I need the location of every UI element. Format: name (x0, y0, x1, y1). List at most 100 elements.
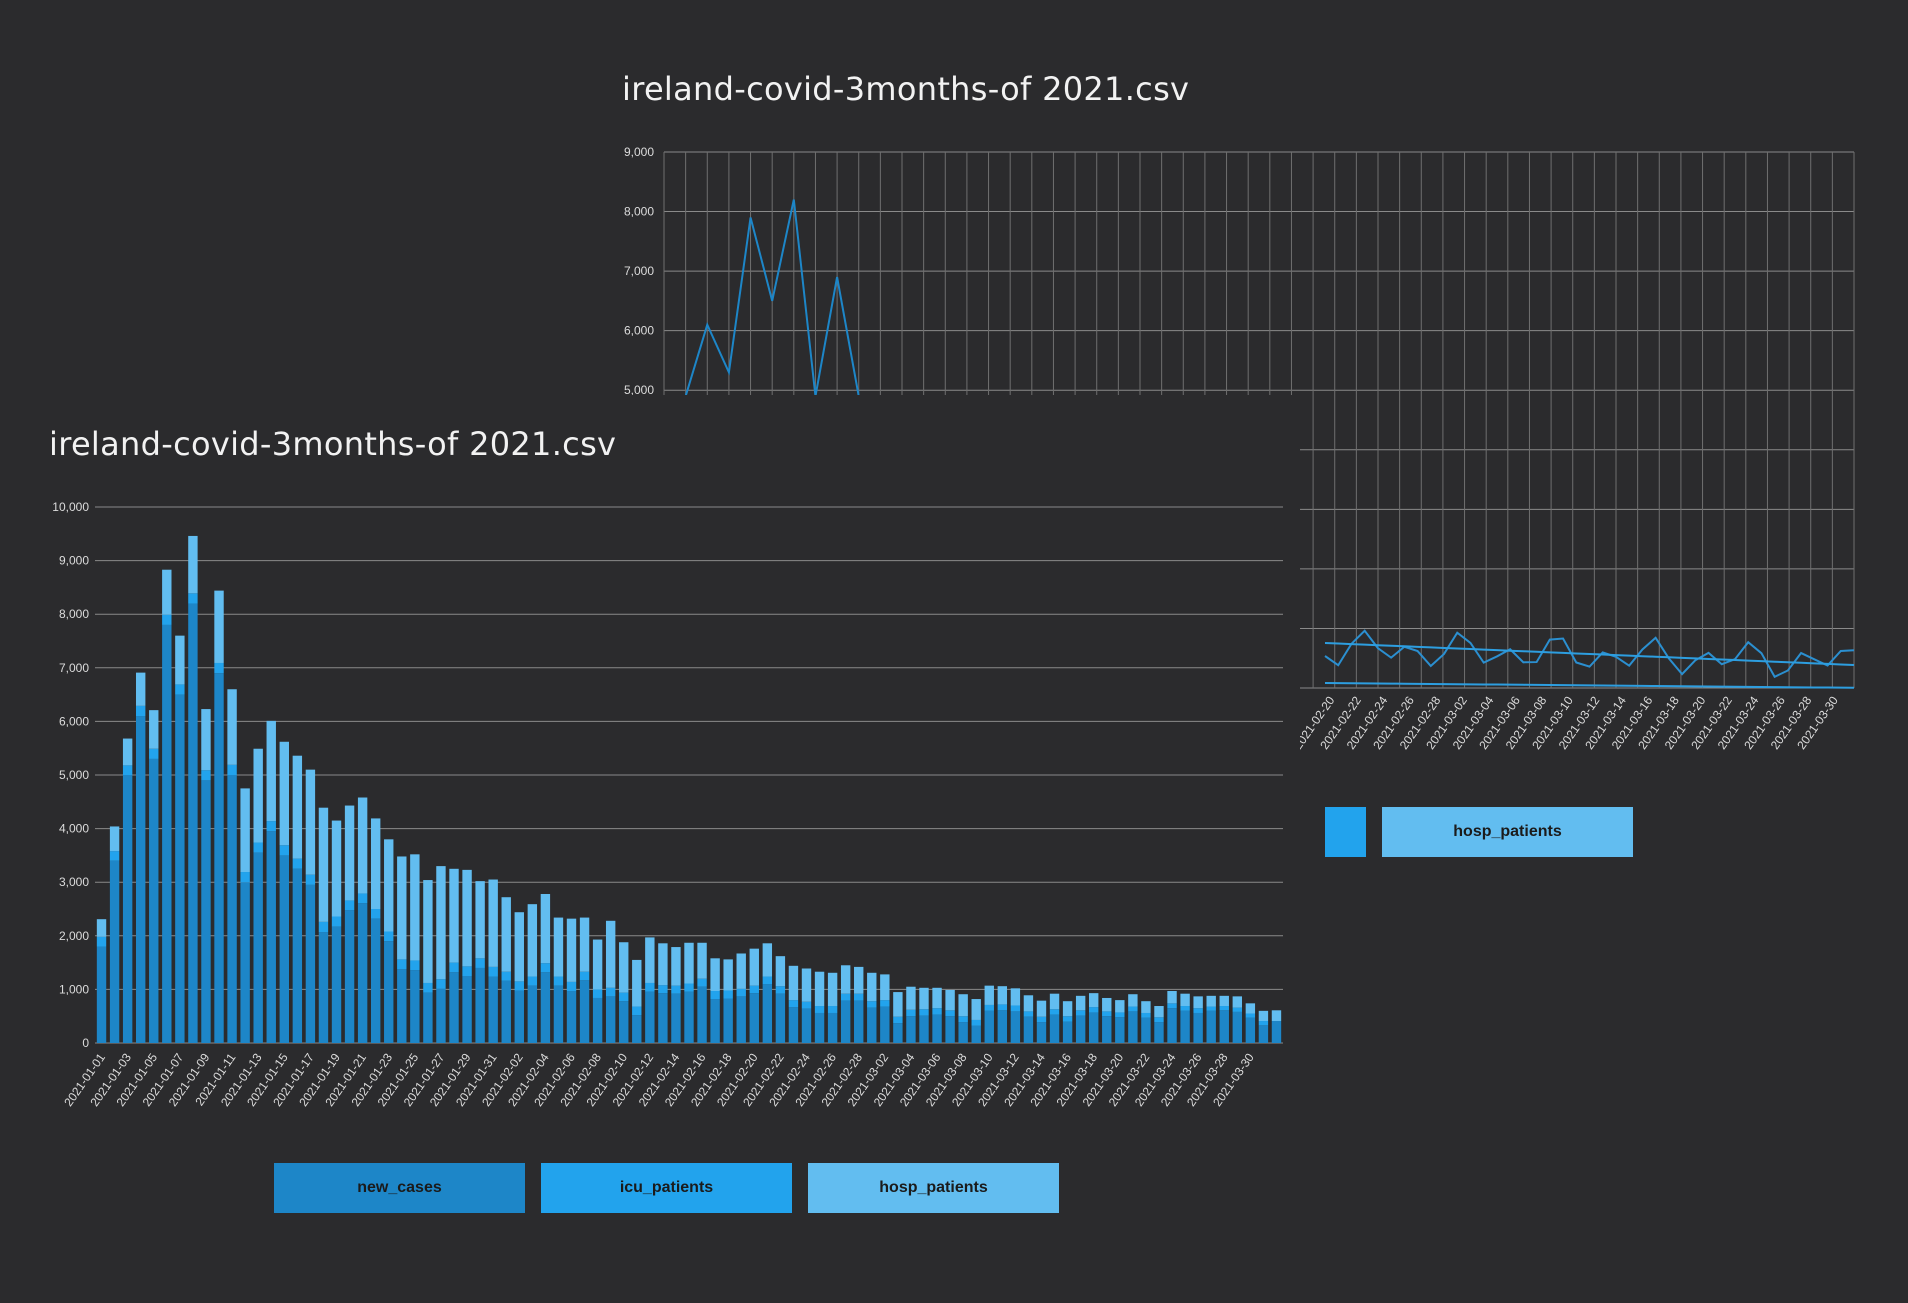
bar-hosp-patients (162, 569, 172, 615)
bar-icu-patients (958, 1016, 968, 1023)
bar-hosp-patients (423, 880, 433, 983)
bar-new-cases (305, 884, 316, 1043)
bar-new-cases (423, 992, 433, 1043)
bar-hosp-patients (292, 755, 303, 859)
bar-new-cases (1036, 1022, 1047, 1043)
bar-icu-patients (149, 748, 159, 759)
bar-icu-patients (971, 1019, 981, 1026)
bar-icu-patients (1219, 1006, 1229, 1011)
bar-new-cases (867, 1007, 877, 1043)
bar-hosp-patients (305, 769, 316, 875)
bar-hosp-patients (370, 818, 381, 909)
bar-hosp-patients (840, 965, 851, 994)
bar-hosp-patients (540, 893, 551, 964)
bar-new-cases (1167, 1008, 1177, 1043)
bar-icu-patients (253, 842, 263, 853)
bar-icu-patients (162, 614, 172, 625)
bar-hosp-patients (1115, 1000, 1125, 1013)
back-line-trend (1324, 642, 1855, 666)
back-y-tick-label: 6,000 (624, 324, 654, 338)
front-y-tick-label: 0 (82, 1036, 89, 1050)
bar-new-cases (1115, 1017, 1125, 1043)
bar-icu-patients (775, 986, 786, 994)
bar-new-cases (279, 855, 289, 1043)
bar-hosp-patients (723, 959, 733, 991)
bar-hosp-patients (253, 748, 263, 843)
bar-new-cases (1141, 1017, 1151, 1043)
bar-icu-patients (1115, 1012, 1125, 1018)
bar-icu-patients (436, 979, 446, 989)
bar-new-cases (357, 903, 368, 1043)
bar-new-cases (96, 946, 107, 1043)
bar-hosp-patients (96, 919, 107, 937)
bar-new-cases (527, 985, 538, 1043)
bar-new-cases (592, 997, 603, 1043)
legend-item-hosp-patients-back[interactable]: hosp_patients (1382, 807, 1633, 857)
bar-new-cases (149, 758, 159, 1043)
bar-icu-patients (749, 985, 759, 994)
bar-icu-patients (370, 909, 381, 919)
bar-new-cases (188, 603, 198, 1043)
bar-icu-patients (1102, 1011, 1112, 1017)
bar-hosp-patients (814, 971, 825, 1007)
bar-icu-patients (122, 765, 133, 775)
bar-hosp-patients (801, 968, 812, 1002)
bar-new-cases (958, 1022, 968, 1043)
bar-new-cases (331, 926, 342, 1043)
bar-hosp-patients (749, 948, 759, 986)
bar-new-cases (1258, 1025, 1269, 1043)
bar-icu-patients (1258, 1021, 1269, 1026)
bar-hosp-patients (1232, 996, 1243, 1008)
bar-icu-patients (449, 962, 459, 973)
bar-new-cases (162, 624, 172, 1043)
bar-new-cases (827, 1012, 838, 1043)
bar-new-cases (475, 967, 485, 1043)
bar-icu-patients (1128, 1006, 1138, 1012)
legend-item-new-cases[interactable]: new_cases (274, 1163, 525, 1213)
bar-hosp-patients (632, 959, 642, 1007)
bar-new-cases (619, 1001, 629, 1043)
bar-new-cases (605, 996, 616, 1043)
bar-icu-patients (384, 931, 394, 942)
bar-icu-patients (697, 978, 707, 987)
bar-icu-patients (1141, 1012, 1151, 1018)
front-y-tick-label: 10,000 (52, 500, 89, 514)
bar-hosp-patients (984, 985, 994, 1005)
bar-icu-patients (475, 958, 485, 968)
bar-hosp-patients (579, 917, 590, 972)
bar-hosp-patients (1193, 996, 1203, 1009)
bar-hosp-patients (1141, 1001, 1151, 1013)
bar-icu-patients (1206, 1006, 1216, 1011)
front-y-tick-label: 7,000 (59, 661, 89, 675)
bar-hosp-patients (658, 943, 668, 986)
bar-icu-patients (305, 874, 316, 885)
legend-item-hosp-patients[interactable]: hosp_patients (808, 1163, 1059, 1213)
bar-icu-patients (645, 982, 655, 992)
bar-new-cases (854, 1000, 864, 1043)
bar-new-cases (932, 1014, 942, 1043)
bar-hosp-patients (501, 897, 511, 972)
bar-hosp-patients (645, 937, 655, 983)
bar-hosp-patients (488, 879, 498, 967)
bar-hosp-patients (684, 942, 694, 984)
bar-new-cases (1010, 1011, 1021, 1043)
bar-icu-patients (553, 976, 564, 986)
bar-new-cases (449, 972, 459, 1043)
bar-icu-patients (945, 1010, 955, 1017)
legend-item-icu-patients[interactable]: icu_patients (541, 1163, 792, 1213)
legend-item-icu-patients-back[interactable] (1325, 807, 1366, 857)
bar-icu-patients (762, 976, 773, 985)
bar-new-cases (671, 993, 681, 1043)
bar-icu-patients (684, 983, 694, 992)
bar-hosp-patients (1089, 993, 1099, 1008)
bar-icu-patients (840, 993, 851, 1001)
front-y-tick-label: 4,000 (59, 822, 89, 836)
bar-hosp-patients (449, 868, 459, 963)
bar-icu-patients (135, 705, 146, 717)
back-line-icu-patients (1324, 682, 1855, 689)
bar-icu-patients (997, 1004, 1008, 1011)
bar-icu-patients (919, 1009, 929, 1016)
bar-icu-patients (827, 1006, 838, 1013)
bar-new-cases (1075, 1015, 1086, 1043)
bar-icu-patients (1180, 1006, 1190, 1011)
